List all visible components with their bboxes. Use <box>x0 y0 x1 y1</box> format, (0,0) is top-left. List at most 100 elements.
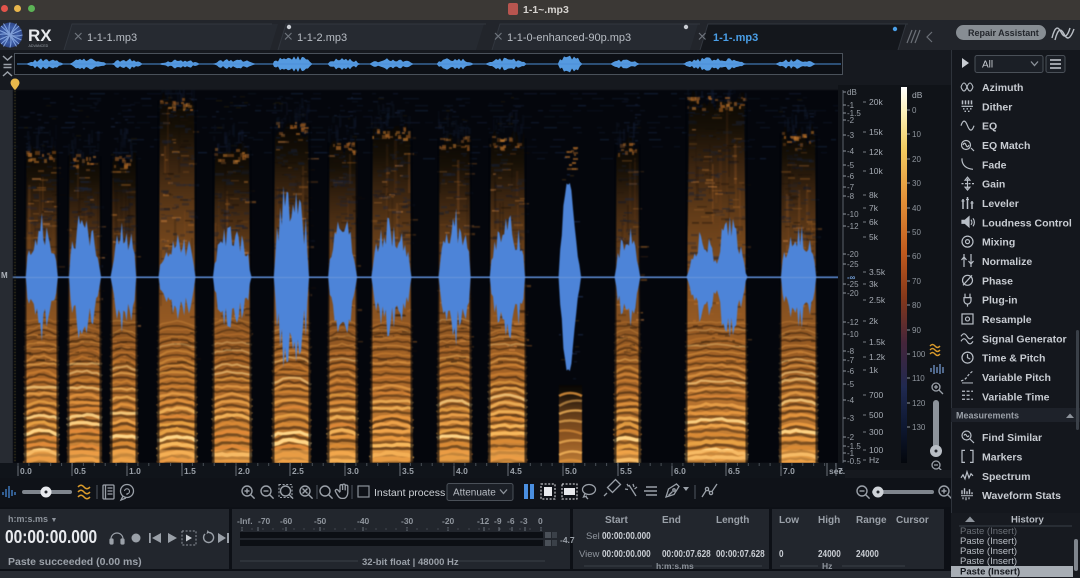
svg-text:Attenuate: Attenuate <box>453 488 496 499</box>
svg-text:40: 40 <box>912 204 921 213</box>
svg-text:Hz: Hz <box>822 561 832 571</box>
svg-text:Plug-in: Plug-in <box>982 295 1018 307</box>
svg-text:2k: 2k <box>869 316 879 326</box>
svg-text:Azimuth: Azimuth <box>982 82 1023 94</box>
svg-text:Dither: Dither <box>982 101 1012 113</box>
svg-text:5.0: 5.0 <box>565 466 577 476</box>
svg-text:dB: dB <box>912 90 923 100</box>
svg-text:10: 10 <box>912 130 921 139</box>
svg-text:90: 90 <box>912 326 921 335</box>
svg-text:4.5: 4.5 <box>510 466 522 476</box>
svg-text:3.5k: 3.5k <box>869 267 886 277</box>
svg-text:8k: 8k <box>869 190 879 200</box>
svg-text:120: 120 <box>912 399 926 408</box>
svg-text:-8: -8 <box>847 192 855 201</box>
svg-text:0.5: 0.5 <box>74 466 86 476</box>
svg-text:0: 0 <box>912 106 917 115</box>
svg-text:-4: -4 <box>847 147 855 156</box>
svg-text:-5: -5 <box>847 380 855 389</box>
svg-text:Spectrum: Spectrum <box>982 471 1030 483</box>
svg-text:-12: -12 <box>847 318 859 327</box>
svg-text:24000: 24000 <box>818 548 841 559</box>
svg-text:Paste (Insert): Paste (Insert) <box>960 567 1020 578</box>
svg-text:Variable Pitch: Variable Pitch <box>982 372 1051 384</box>
svg-text:1.5k: 1.5k <box>869 337 886 347</box>
svg-text:Paste (Insert): Paste (Insert) <box>960 556 1017 567</box>
svg-text:2.5: 2.5 <box>292 466 304 476</box>
svg-text:Cursor: Cursor <box>896 515 929 526</box>
svg-text:Leveler: Leveler <box>982 198 1019 210</box>
svg-text:Start: Start <box>605 515 628 526</box>
svg-text:-12: -12 <box>847 222 859 231</box>
svg-text:-6: -6 <box>847 172 855 181</box>
svg-text:500: 500 <box>869 410 883 420</box>
svg-text:Find Similar: Find Similar <box>982 432 1042 444</box>
svg-text:0.0: 0.0 <box>20 466 32 476</box>
svg-text:20k: 20k <box>869 97 883 107</box>
svg-text:-3: -3 <box>847 131 855 140</box>
svg-text:0: 0 <box>779 548 784 559</box>
svg-text:4.0: 4.0 <box>456 466 468 476</box>
svg-text:High: High <box>818 515 840 526</box>
svg-text:sec: sec <box>829 466 843 476</box>
svg-text:1.2k: 1.2k <box>869 352 886 362</box>
svg-text:Resample: Resample <box>982 314 1032 326</box>
svg-text:00:00:07.628: 00:00:07.628 <box>662 548 711 559</box>
svg-text:20: 20 <box>912 155 921 164</box>
svg-text:Instant process: Instant process <box>374 487 445 499</box>
svg-text:30: 30 <box>912 179 921 188</box>
svg-text:Hz: Hz <box>869 455 879 465</box>
svg-text:110: 110 <box>912 374 925 383</box>
svg-text:1-1-0-enhanced-90p.mp3: 1-1-0-enhanced-90p.mp3 <box>507 32 631 44</box>
svg-text:dB: dB <box>847 88 857 97</box>
svg-text:Sel: Sel <box>586 531 600 542</box>
svg-text:24000: 24000 <box>856 548 879 559</box>
svg-text:Measurements: Measurements <box>956 411 1019 421</box>
svg-text:Gain: Gain <box>982 179 1005 191</box>
svg-text:12k: 12k <box>869 147 883 157</box>
svg-text:7k: 7k <box>869 203 879 213</box>
svg-text:-4: -4 <box>847 396 855 405</box>
svg-text:h:m:s.ms: h:m:s.ms <box>656 561 694 571</box>
svg-text:130: 130 <box>912 423 926 432</box>
svg-text:-6: -6 <box>847 367 855 376</box>
svg-text:7.0: 7.0 <box>783 466 795 476</box>
svg-text:-∞: -∞ <box>847 273 856 282</box>
svg-text:Variable Time: Variable Time <box>982 391 1050 403</box>
svg-text:-10: -10 <box>847 330 859 339</box>
svg-text:1-1-2.mp3: 1-1-2.mp3 <box>297 32 347 44</box>
svg-text:-25: -25 <box>847 260 859 269</box>
svg-text:EQ: EQ <box>982 121 997 133</box>
svg-text:-5: -5 <box>847 161 855 170</box>
svg-text:Normalize: Normalize <box>982 256 1032 268</box>
svg-text:1.0: 1.0 <box>129 466 141 476</box>
svg-text:EQ Match: EQ Match <box>982 140 1030 152</box>
svg-text:Phase: Phase <box>982 275 1013 287</box>
svg-text:5.5: 5.5 <box>620 466 632 476</box>
svg-text:00:00:07.628: 00:00:07.628 <box>716 548 765 559</box>
svg-text:50: 50 <box>912 228 921 237</box>
svg-text:700: 700 <box>869 390 883 400</box>
svg-text:3.0: 3.0 <box>347 466 359 476</box>
svg-text:Markers: Markers <box>982 451 1022 463</box>
svg-text:-0.5: -0.5 <box>847 457 861 466</box>
svg-text:All: All <box>982 60 993 71</box>
svg-text:3k: 3k <box>869 279 879 289</box>
svg-text:Fade: Fade <box>982 159 1007 171</box>
svg-text:History: History <box>1011 515 1044 526</box>
svg-text:Low: Low <box>779 515 799 526</box>
svg-text:Signal Generator: Signal Generator <box>982 333 1067 345</box>
svg-text:10k: 10k <box>869 166 883 176</box>
svg-text:-7: -7 <box>847 183 855 192</box>
svg-text:-2: -2 <box>847 116 855 125</box>
svg-text:1.5: 1.5 <box>184 466 196 476</box>
svg-text:3.5: 3.5 <box>402 466 414 476</box>
svg-text:-8: -8 <box>847 347 855 356</box>
svg-text:100: 100 <box>912 350 926 359</box>
svg-text:-20: -20 <box>847 250 859 259</box>
svg-text:-10: -10 <box>847 210 859 219</box>
svg-text:View: View <box>579 549 600 560</box>
svg-text:Length: Length <box>716 515 749 526</box>
svg-text:Loudness Control: Loudness Control <box>982 217 1072 229</box>
svg-text:Waveform Stats: Waveform Stats <box>982 490 1061 502</box>
